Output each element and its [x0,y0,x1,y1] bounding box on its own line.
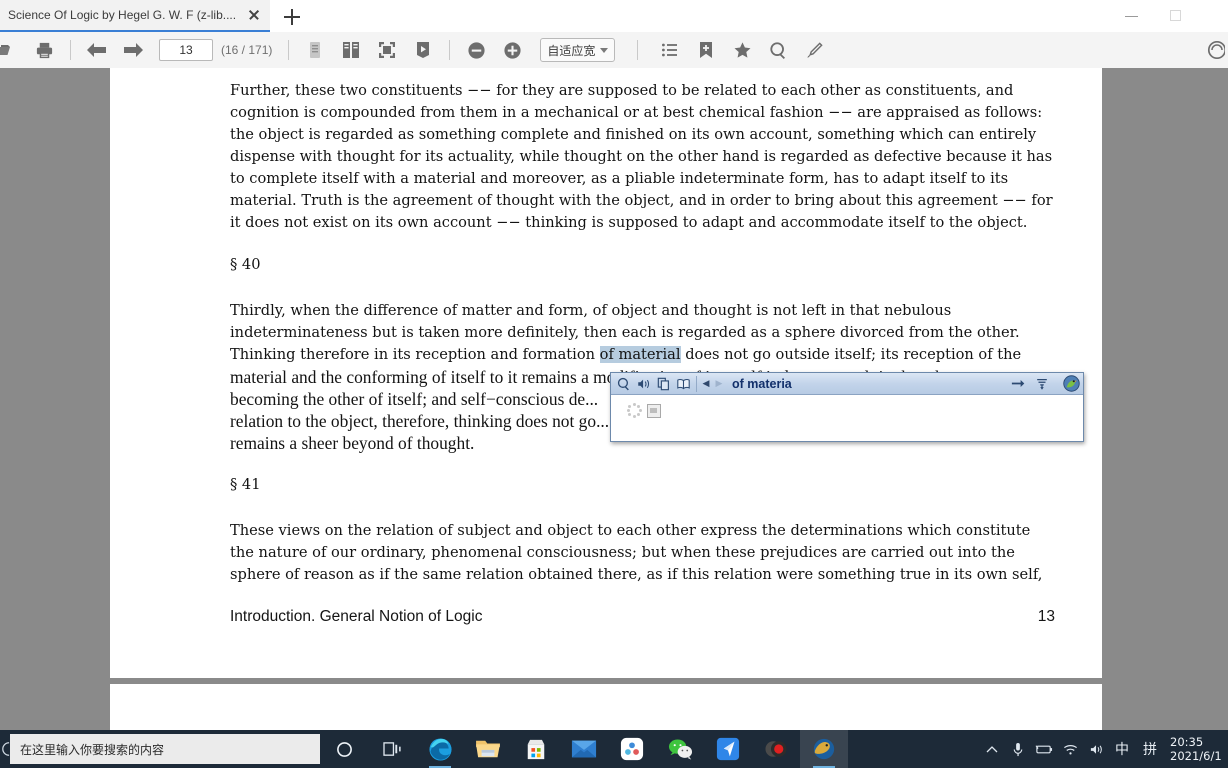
zoom-in-icon[interactable] [494,34,530,66]
dictionary-popup[interactable]: ◀ ▶ of materia [610,372,1084,442]
paragraph-1: Further, these two constituents −− for t… [230,82,1053,231]
speaker-icon[interactable] [634,375,653,393]
presentation-icon[interactable] [405,34,441,66]
copy-icon[interactable] [654,375,673,393]
edge-icon[interactable] [416,730,464,768]
search-icon[interactable] [760,34,796,66]
open-file-icon[interactable] [0,34,26,66]
taskbar: 在这里输入你要搜索的内容 中 拼 20:35 2021/6/1 [0,730,1228,768]
account-icon[interactable] [1204,34,1226,66]
page-number-value: 13 [179,43,193,57]
paragraph-2-text-b: does not go outside itself; its receptio… [680,346,1022,363]
parrot-logo-icon[interactable] [1062,375,1080,393]
taskbar-search-input[interactable]: 在这里输入你要搜索的内容 [10,734,320,764]
page-footer: Introduction. General Notion of Logic 13 [230,608,1055,626]
dictionary-toolbar: ◀ ▶ of materia [611,373,1083,395]
file-explorer-icon[interactable] [464,730,512,768]
clock[interactable]: 20:35 2021/6/1 [1166,730,1224,768]
ime-pinyin-indicator[interactable]: 拼 [1136,730,1164,768]
zoom-level-select[interactable]: 自适应宽 [540,38,616,62]
maximize-button[interactable] [1154,0,1198,32]
section-heading-41: § 41 [230,476,261,493]
toolbar-divider-2 [288,40,290,60]
toolbar: 13 (16 / 171) 自适应宽 [0,32,1228,69]
page-count-label: (16 / 171) [221,43,273,57]
minimize-button[interactable] [1110,0,1154,32]
loading-spinner-icon [627,403,642,418]
fit-page-icon[interactable] [369,34,405,66]
chevron-up-icon[interactable] [980,730,1004,768]
dictionary-word-input[interactable]: of materia [726,377,1007,391]
tab-document[interactable]: Science Of Logic by Hegel G. W. F (z-lib… [0,0,270,32]
battery-icon[interactable] [1032,730,1056,768]
footer-page-number: 13 [1037,608,1055,625]
pin-icon[interactable] [1032,375,1051,393]
arrow-left-icon[interactable] [79,34,115,66]
search-placeholder: 在这里输入你要搜索的内容 [20,742,165,757]
clock-time: 20:35 [1170,735,1204,749]
cortana-circle-icon[interactable] [320,730,368,768]
chevron-down-icon [600,47,609,53]
search-highlight[interactable]: of material [599,346,681,363]
cloud-sync-icon[interactable] [608,730,656,768]
open-book-icon[interactable] [674,375,693,393]
volume-icon[interactable] [1084,730,1108,768]
zoom-level-value: 自适应宽 [547,43,596,58]
footer-title: Introduction. General Notion of Logic [230,608,483,625]
tab-title: Science Of Logic by Hegel G. W. F (z-lib… [8,8,237,22]
single-page-icon[interactable] [297,34,333,66]
toolbar-right [1204,34,1228,66]
dictionary-result-area [611,395,1083,439]
zoom-out-icon[interactable] [458,34,494,66]
window-controls [1110,0,1228,32]
paragraph-3: These views on the relation of subject a… [230,522,1043,583]
microphone-icon[interactable] [1006,730,1030,768]
taskbar-apps [320,730,848,768]
pdf-reader-icon[interactable] [800,730,848,768]
record-app-icon[interactable] [752,730,800,768]
task-view-icon[interactable] [368,730,416,768]
outline-list-icon[interactable] [652,34,688,66]
toolbar-divider [70,40,71,60]
section-heading-40: § 40 [230,256,261,273]
two-page-icon[interactable] [333,34,369,66]
microsoft-store-icon[interactable] [512,730,560,768]
wifi-icon[interactable] [1058,730,1082,768]
page-number-input[interactable]: 13 [159,39,213,61]
arrow-right-icon[interactable] [115,34,151,66]
toolbar-divider-4 [637,40,639,60]
arrow-right-icon[interactable] [1008,375,1027,393]
clock-date: 2021/6/1 [1170,749,1222,763]
wechat-icon[interactable] [656,730,704,768]
browser-window: Science Of Logic by Hegel G. W. F (z-lib… [0,0,1228,768]
close-icon[interactable] [246,7,262,23]
system-tray: 中 拼 20:35 2021/6/1 [980,730,1228,768]
pen-icon[interactable] [796,34,832,66]
pdf-page-14 [110,684,1102,730]
nav-back-icon[interactable]: ◀ [700,375,712,393]
paragraph-2-part-a: Thirdly, when the difference of matter a… [230,300,1055,366]
tab-strip: Science Of Logic by Hegel G. W. F (z-lib… [0,0,1228,32]
mail-icon[interactable] [560,730,608,768]
search-icon[interactable] [614,375,633,393]
ime-mode-indicator[interactable]: 中 [1110,730,1134,768]
popup-divider [696,375,697,392]
broken-image-icon [647,404,661,418]
window-close-button[interactable] [1198,0,1228,32]
new-tab-button[interactable] [280,6,304,28]
add-bookmark-icon[interactable] [688,34,724,66]
start-button[interactable] [0,730,10,768]
kite-app-icon[interactable] [704,730,752,768]
toolbar-divider-3 [449,40,451,60]
print-icon[interactable] [26,34,62,66]
star-icon[interactable] [724,34,760,66]
nav-forward-icon[interactable]: ▶ [713,375,725,393]
